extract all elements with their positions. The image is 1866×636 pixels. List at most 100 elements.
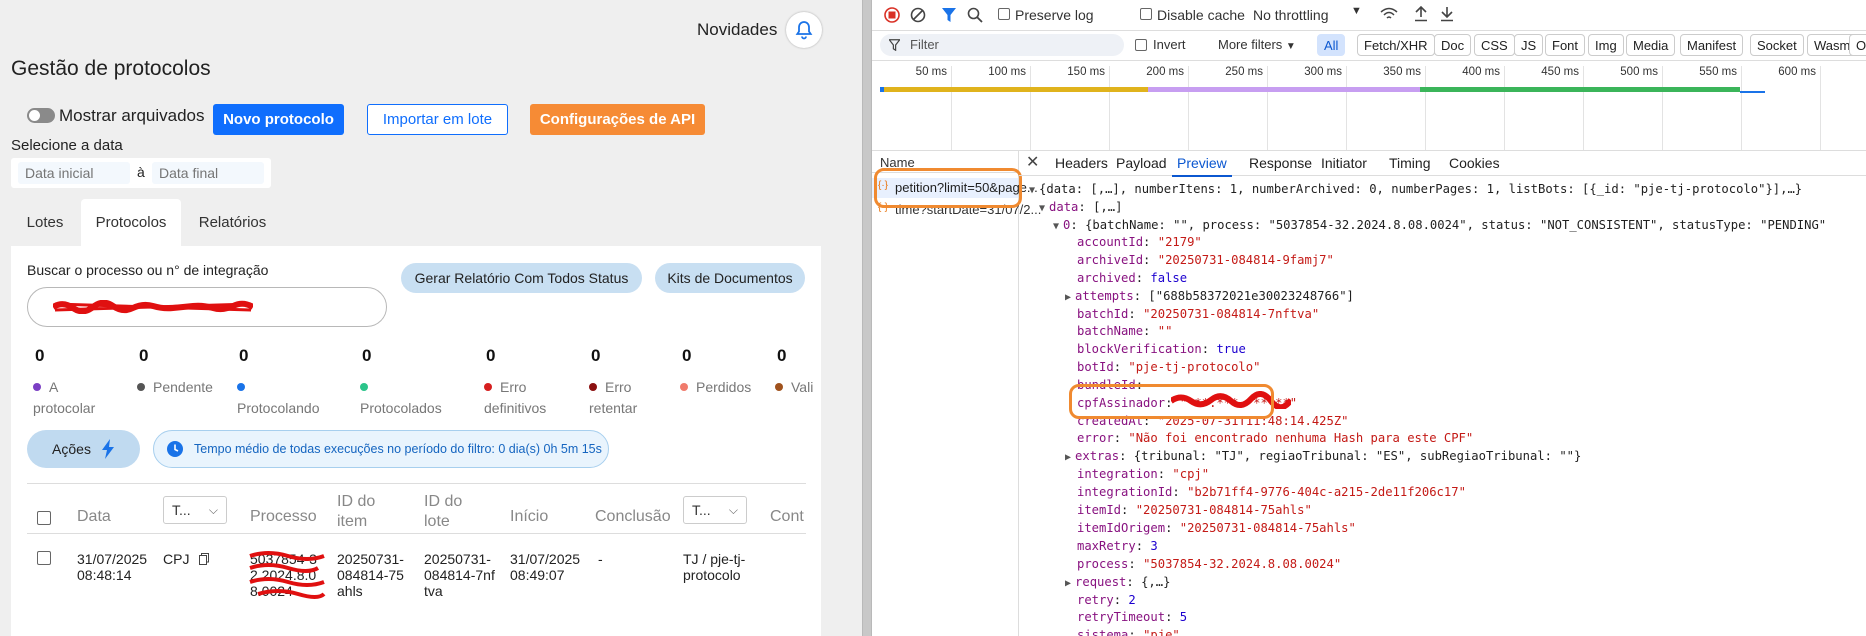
chip-css[interactable]: CSS — [1474, 34, 1515, 56]
filter-input[interactable]: Filter — [880, 34, 1124, 56]
close-icon[interactable]: ✕ — [1026, 152, 1039, 172]
search-icon[interactable] — [967, 7, 983, 23]
status-count: 0 — [139, 346, 149, 365]
column-processo[interactable]: Processo — [250, 507, 317, 527]
tab-lotes[interactable]: Lotes — [11, 199, 79, 246]
search-input[interactable] — [27, 287, 387, 327]
json-request[interactable]: ▶ request: {,…} — [1065, 575, 1170, 589]
chip-font[interactable]: Font — [1545, 34, 1586, 56]
novidades-label[interactable]: Novidades — [697, 20, 777, 40]
end-date-input[interactable] — [152, 162, 264, 184]
status-label: A protocolar — [33, 379, 96, 416]
timeline-gridline — [1109, 66, 1110, 150]
json-root[interactable]: ▼ {data: [,…], numberItens: 1, numberArch… — [1029, 182, 1802, 196]
column-id-item[interactable]: ID do item — [337, 492, 397, 532]
row-conclusao: - — [598, 551, 603, 567]
timeline-gridline — [1741, 66, 1742, 150]
disable-cache-checkbox[interactable] — [1140, 8, 1152, 20]
tipo-filter-select[interactable]: T... ⌵ — [163, 496, 227, 524]
tab-cookies[interactable]: Cookies — [1449, 155, 1500, 171]
tab-preview[interactable]: Preview — [1172, 155, 1232, 177]
network-timeline[interactable]: 50 ms 100 ms 150 ms 200 ms 250 ms 300 ms 350 m… — [872, 60, 1866, 151]
timeline-bar-download — [1420, 87, 1740, 92]
status-filter[interactable]: Erro retentar — [589, 377, 679, 419]
status-filter[interactable]: Protocolados — [360, 377, 450, 419]
json-item-0-summary: {batchName: "", process: "5037854-32.202… — [1085, 218, 1827, 232]
timeline-tick-label: 450 ms — [1541, 66, 1579, 78]
record-stop-icon[interactable] — [884, 7, 900, 23]
timeline-tick-label: 100 ms — [988, 66, 1026, 78]
upload-icon[interactable] — [1414, 5, 1428, 22]
timeline-gridline — [1346, 66, 1347, 150]
status-filter[interactable]: Protocolando — [237, 377, 327, 419]
preserve-log-checkbox[interactable] — [998, 8, 1010, 20]
invert-checkbox[interactable] — [1135, 39, 1147, 51]
chip-media[interactable]: Media — [1626, 34, 1676, 56]
network-conditions-icon[interactable] — [1380, 6, 1398, 22]
generate-report-button[interactable]: Gerar Relatório Com Todos Status — [401, 263, 642, 293]
status-count: 0 — [35, 346, 45, 365]
chip-socket[interactable]: Socket — [1750, 34, 1804, 56]
tab-protocolos[interactable]: Protocolos — [81, 199, 181, 246]
more-filters-button[interactable]: More filters ▼ — [1218, 37, 1296, 52]
status-filter[interactable]: Perdidos — [680, 377, 770, 398]
status-label: Vali — [791, 379, 814, 395]
select-all-checkbox[interactable] — [37, 511, 51, 525]
tab-relatorios[interactable]: Relatórios — [185, 199, 280, 246]
chevron-down-icon[interactable]: ▼ — [1351, 5, 1362, 17]
column-conclusao[interactable]: Conclusão — [595, 507, 671, 527]
archived-toggle[interactable] — [27, 108, 55, 123]
json-data[interactable]: ▼ data: [,…] — [1039, 200, 1122, 214]
chip-js[interactable]: JS — [1514, 34, 1544, 56]
tab-payload[interactable]: Payload — [1116, 155, 1167, 171]
column-conteudo[interactable]: Cont — [770, 507, 804, 527]
actions-button[interactable]: Ações — [27, 430, 140, 468]
tab-headers[interactable]: Headers — [1055, 155, 1108, 171]
redaction-scribble — [249, 551, 326, 599]
json-process: process: "5037854-32.2024.8.08.0024" — [1077, 557, 1342, 571]
panel-splitter[interactable] — [862, 0, 872, 636]
status-label: Protocolando — [237, 400, 320, 416]
status-filter[interactable]: Erro definitivos — [484, 377, 574, 419]
tab-response[interactable]: Response — [1249, 155, 1312, 171]
start-date-input[interactable] — [18, 162, 130, 184]
tab-initiator[interactable]: Initiator — [1321, 155, 1367, 171]
timeline-gridline — [1267, 66, 1268, 150]
download-icon[interactable] — [1440, 5, 1454, 22]
chip-doc[interactable]: Doc — [1434, 34, 1472, 56]
chip-all[interactable]: All — [1317, 34, 1346, 56]
bell-icon[interactable] — [786, 12, 822, 48]
json-attempts[interactable]: ▶ attempts: ["688b58372021e30023248766"] — [1065, 289, 1354, 303]
status-filter[interactable]: Vali — [775, 377, 815, 398]
actions-label: Ações — [52, 441, 91, 457]
devtools-panel: Preserve log Disable cache No throttling… — [872, 0, 1866, 636]
column-data[interactable]: Data — [77, 507, 111, 527]
timeline-gridline — [1662, 66, 1663, 150]
status-filter[interactable]: Pendente — [137, 377, 227, 398]
tab-timing[interactable]: Timing — [1389, 155, 1431, 171]
chip-manifest[interactable]: Manifest — [1680, 34, 1744, 56]
json-item-0[interactable]: ▼ 0: {batchName: "", process: "5037854-32… — [1053, 218, 1826, 232]
copy-icon[interactable] — [199, 553, 210, 565]
row-checkbox[interactable] — [37, 551, 51, 565]
throttling-select[interactable]: No throttling — [1253, 7, 1328, 23]
chip-fetch-xhr[interactable]: Fetch/XHR — [1357, 34, 1435, 56]
status-filter[interactable]: A protocolar — [33, 377, 123, 419]
json-extras[interactable]: ▶ extras: {tribunal: "TJ", regiaoTribunal… — [1065, 449, 1581, 463]
date-range: à — [11, 158, 271, 188]
import-batch-button[interactable]: Importar em lote — [367, 104, 508, 135]
chip-other[interactable]: Ot — [1849, 34, 1866, 56]
timeline-tick-label: 600 ms — [1778, 66, 1816, 78]
filter-icon[interactable] — [942, 7, 956, 23]
new-protocol-button[interactable]: Novo protocolo — [213, 104, 344, 135]
document-kits-button[interactable]: Kits de Documentos — [655, 263, 805, 293]
chip-img[interactable]: Img — [1588, 34, 1624, 56]
json-itemId: itemId: "20250731-084814-75ahls" — [1077, 503, 1312, 517]
column-id-lote[interactable]: ID do lote — [424, 492, 484, 532]
json-retryTimeout: retryTimeout: 5 — [1077, 610, 1188, 624]
tribunal-filter-select[interactable]: T... ⌵ — [683, 496, 747, 524]
column-inicio[interactable]: Início — [510, 507, 548, 527]
status-count: 0 — [362, 346, 372, 365]
api-settings-button[interactable]: Configurações de API — [530, 104, 705, 135]
clear-icon[interactable] — [910, 7, 926, 23]
